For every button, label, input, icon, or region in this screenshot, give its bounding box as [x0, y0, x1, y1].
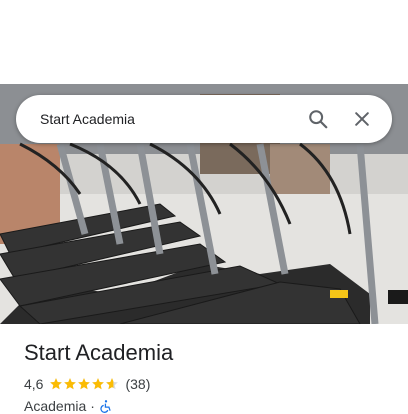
rating-row[interactable]: 4,6 (38): [24, 376, 150, 392]
category-row: Academia ·: [24, 398, 113, 414]
star-rating: [49, 377, 119, 391]
search-icon: [309, 110, 328, 129]
star-icon: [78, 378, 91, 390]
close-icon: [355, 112, 369, 126]
rating-value: 4,6: [24, 376, 44, 392]
search-button[interactable]: [300, 101, 336, 137]
place-category: Academia: [24, 398, 87, 414]
star-icon: [92, 378, 105, 390]
star-icon: [106, 378, 119, 390]
star-icon: [64, 378, 77, 390]
wheelchair-icon: [100, 400, 111, 413]
search-input[interactable]: Start Academia: [40, 111, 292, 127]
place-title: Start Academia: [24, 340, 174, 365]
review-count[interactable]: (38): [125, 376, 150, 392]
clear-search-button[interactable]: [344, 101, 380, 137]
separator: ·: [90, 398, 95, 414]
star-icon: [50, 378, 63, 390]
search-bar[interactable]: Start Academia: [16, 95, 392, 143]
